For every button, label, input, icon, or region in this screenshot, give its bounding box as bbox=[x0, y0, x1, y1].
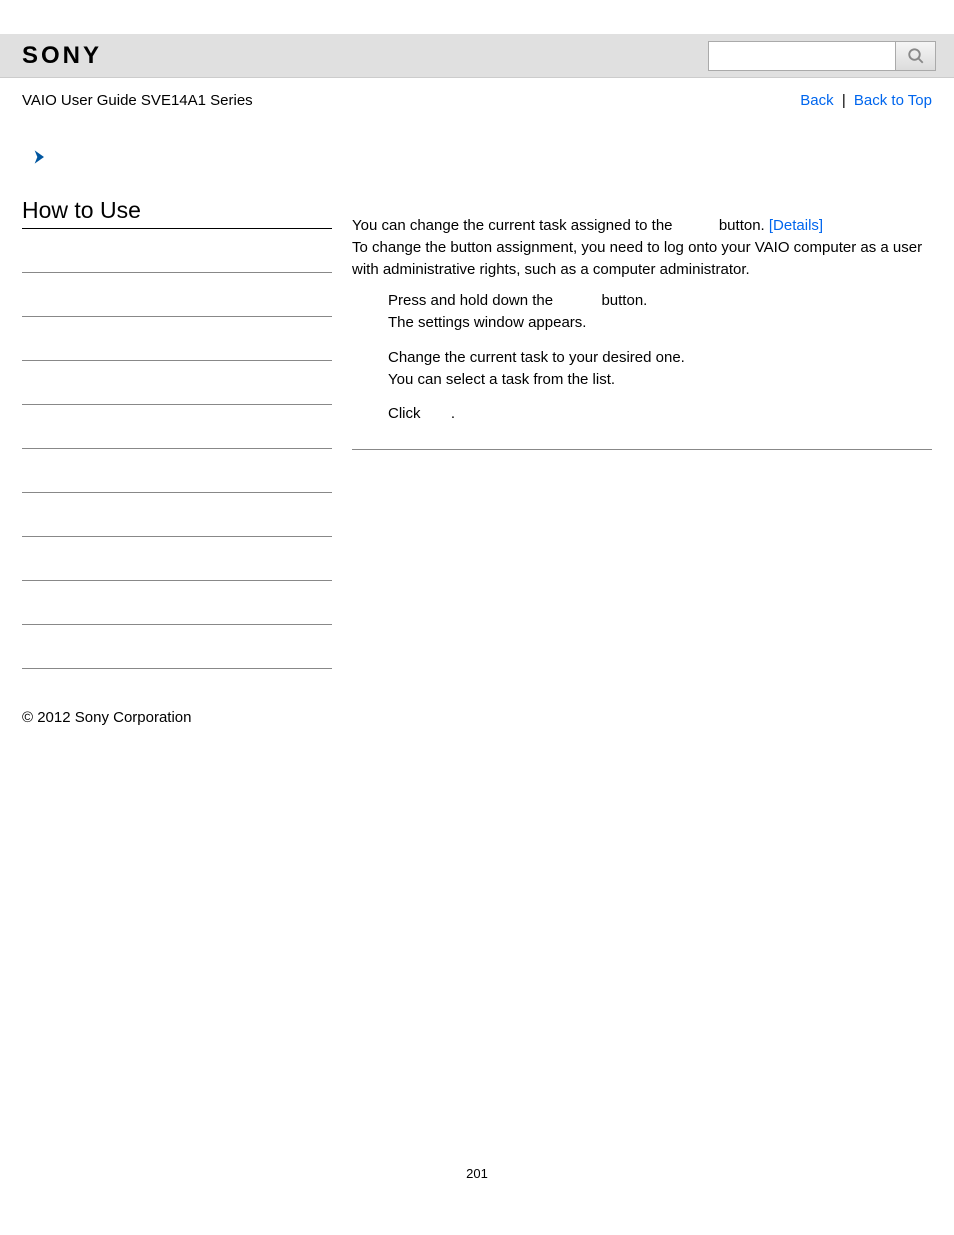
step-text: . bbox=[451, 405, 455, 422]
step-text: Click bbox=[388, 405, 425, 422]
step-text: Change the current task to your desired … bbox=[388, 349, 685, 366]
sidebar-item[interactable] bbox=[22, 581, 332, 625]
top-bar: SONY bbox=[0, 34, 954, 78]
sidebar-item[interactable] bbox=[22, 493, 332, 537]
brand-logo: SONY bbox=[22, 42, 102, 70]
breadcrumb-nav: Back | Back to Top bbox=[800, 92, 932, 109]
sidebar-item[interactable] bbox=[22, 317, 332, 361]
sidebar-item[interactable] bbox=[22, 625, 332, 669]
sidebar-item[interactable] bbox=[22, 361, 332, 405]
copyright-text: © 2012 Sony Corporation bbox=[0, 669, 954, 726]
step-text: Press and hold down the bbox=[388, 292, 557, 309]
intro-text: button. bbox=[719, 217, 769, 234]
nav-separator: | bbox=[838, 92, 850, 109]
content-divider bbox=[352, 449, 932, 450]
sidebar-item[interactable] bbox=[22, 229, 332, 273]
step-item: Click . bbox=[388, 403, 932, 425]
sidebar: How to Use bbox=[22, 197, 332, 669]
intro-text: To change the button assignment, you nee… bbox=[352, 239, 922, 278]
intro-paragraph: You can change the current task assigned… bbox=[352, 215, 932, 280]
sidebar-title: How to Use bbox=[22, 197, 332, 229]
sidebar-item[interactable] bbox=[22, 449, 332, 493]
sidebar-item[interactable] bbox=[22, 405, 332, 449]
steps-list: Press and hold down the button. The sett… bbox=[352, 290, 932, 425]
sub-header: VAIO User Guide SVE14A1 Series Back | Ba… bbox=[0, 78, 954, 109]
step-item: Press and hold down the button. The sett… bbox=[388, 290, 932, 334]
step-text: You can select a task from the list. bbox=[388, 371, 615, 388]
guide-title: VAIO User Guide SVE14A1 Series bbox=[22, 92, 253, 109]
sidebar-item[interactable] bbox=[22, 273, 332, 317]
details-link[interactable]: [Details] bbox=[769, 217, 823, 234]
back-link[interactable]: Back bbox=[800, 92, 833, 109]
search-button[interactable] bbox=[896, 41, 936, 71]
search-icon bbox=[907, 47, 925, 65]
search-input[interactable] bbox=[708, 41, 896, 71]
intro-text: You can change the current task assigned… bbox=[352, 217, 677, 234]
nav-chevron-row bbox=[0, 109, 954, 171]
back-to-top-link[interactable]: Back to Top bbox=[854, 92, 932, 109]
step-text: button. bbox=[601, 292, 647, 309]
search-form bbox=[708, 41, 936, 71]
page-number: 201 bbox=[0, 1166, 954, 1201]
chevron-right-icon[interactable] bbox=[32, 145, 48, 170]
sidebar-item[interactable] bbox=[22, 537, 332, 581]
main-content: You can change the current task assigned… bbox=[352, 197, 932, 450]
step-text: The settings window appears. bbox=[388, 314, 586, 331]
step-item: Change the current task to your desired … bbox=[388, 347, 932, 391]
